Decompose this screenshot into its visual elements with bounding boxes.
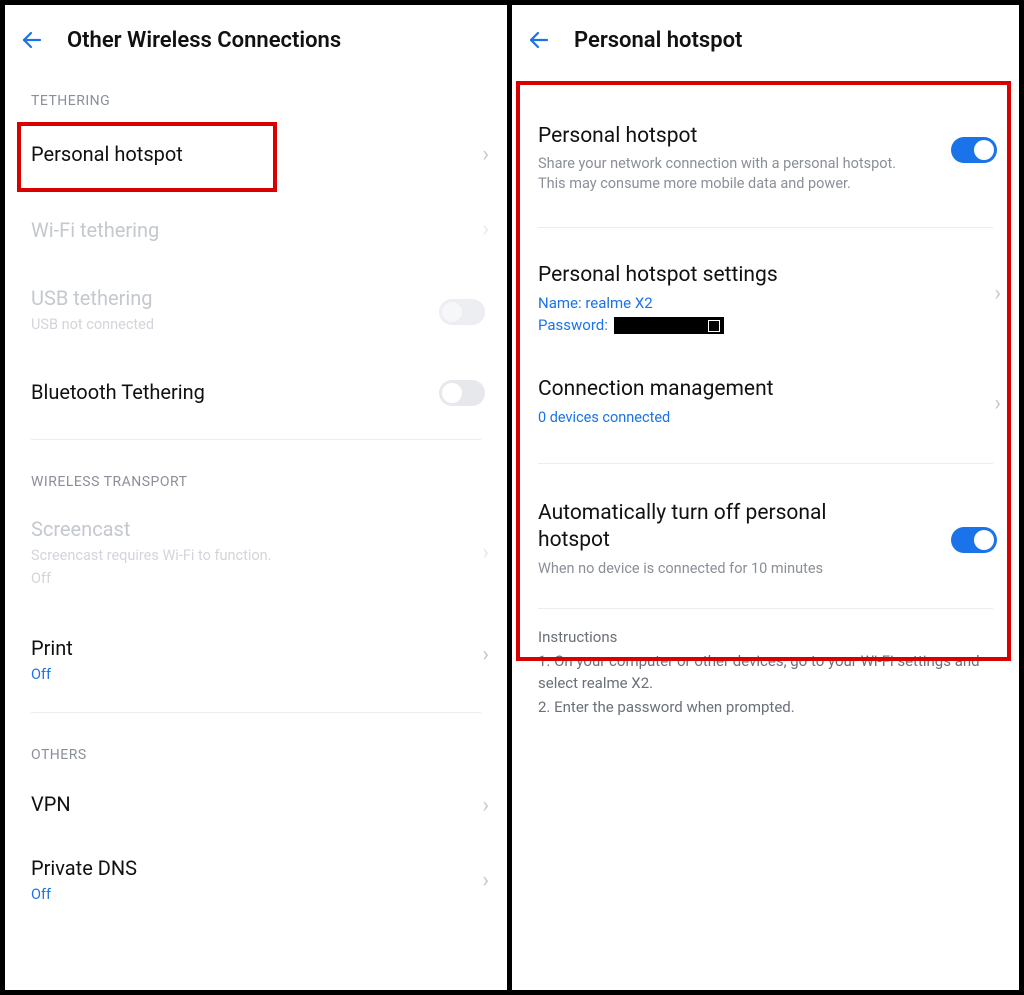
item-state: Off [31,665,481,685]
item-title: Print [31,635,481,661]
chevron-right-icon: › [482,870,489,892]
divider [538,227,993,228]
chevron-right-icon: › [482,644,489,666]
left-header: Other Wireless Connections [5,21,507,67]
item-subtitle: USB not connected [31,315,481,335]
item-screencast: Screencast Screencast requires Wi-Fi to … [5,500,507,607]
hotspot-name-row: Name: realme X2 [538,294,993,312]
toggle-bluetooth-tethering[interactable] [439,380,485,406]
chevron-right-icon: › [482,795,489,817]
hotspot-password-label: Password: [538,316,612,334]
item-subtitle: Share your network connection with a per… [538,154,898,193]
item-connection-management[interactable]: Connection management 0 devices connecte… [512,352,1019,455]
section-wireless-transport-label: WIRELESS TRANSPORT [5,448,507,500]
right-header: Personal hotspot [512,21,1019,67]
item-subtitle: Screencast requires Wi-Fi to function. [31,546,481,566]
item-title: Automatically turn off personal hotspot [538,500,888,555]
item-title: Wi-Fi tethering [31,217,481,243]
left-pane: Other Wireless Connections TETHERING Per… [5,5,512,990]
divider [31,712,481,713]
item-wifi-tethering[interactable]: Wi-Fi tethering › [5,191,507,269]
item-subtitle: 0 devices connected [538,408,898,428]
chevron-right-icon: › [482,144,489,166]
divider [538,608,993,609]
screenshot-frame: Other Wireless Connections TETHERING Per… [0,0,1024,995]
item-usb-tethering: USB tethering USB not connected [5,269,507,355]
toggle-auto-off[interactable] [951,527,997,553]
item-hotspot-toggle[interactable]: Personal hotspot Share your network conn… [512,107,1019,219]
item-state: Off [31,569,481,589]
chevron-right-icon: › [994,393,1001,415]
item-title: USB tethering [31,285,481,311]
item-auto-off-toggle[interactable]: Automatically turn off personal hotspot … [512,472,1019,608]
hotspot-name-label: Name: [538,294,585,312]
toggle-personal-hotspot[interactable] [951,137,997,163]
toggle-usb-tethering [439,299,485,325]
instructions-header: Instructions [538,627,993,649]
item-title: Connection management [538,376,888,403]
item-title: Personal hotspot [31,141,481,167]
right-pane: Personal hotspot Personal hotspot Share … [512,5,1019,990]
item-title: Personal hotspot [538,123,888,150]
instructions-line-2: 2. Enter the password when prompted. [538,697,993,719]
instructions-line-1: 1. On your computer or other devices, go… [538,651,993,695]
page-title: Personal hotspot [574,28,742,53]
item-title: VPN [31,791,481,817]
chevron-right-icon: › [994,283,1001,305]
hotspot-name-value: realme X2 [585,294,652,312]
divider [31,439,481,440]
item-hotspot-settings[interactable]: Personal hotspot settings Name: realme X… [512,236,1019,352]
item-state: Off [31,885,481,905]
item-title: Personal hotspot settings [538,262,888,289]
chevron-right-icon: › [482,542,489,564]
item-print[interactable]: Print Off › [5,607,507,705]
item-vpn[interactable]: VPN › [5,773,507,839]
back-icon[interactable] [526,27,552,53]
item-title: Bluetooth Tethering [31,379,481,405]
chevron-right-icon: › [482,219,489,241]
back-icon[interactable] [19,27,45,53]
divider [538,463,993,464]
item-private-dns[interactable]: Private DNS Off › [5,839,507,923]
item-personal-hotspot[interactable]: Personal hotspot › [5,119,507,191]
item-bluetooth-tethering[interactable]: Bluetooth Tethering [5,355,507,431]
section-tethering-label: TETHERING [5,67,507,119]
hotspot-password-row: Password: [538,316,993,335]
page-title: Other Wireless Connections [67,28,341,53]
item-subtitle: When no device is connected for 10 minut… [538,559,898,579]
instructions-block: Instructions 1. On your computer or othe… [512,617,1019,718]
item-title: Screencast [31,516,481,542]
section-others-label: OTHERS [5,721,507,773]
redacted-password [614,317,724,334]
item-title: Private DNS [31,855,481,881]
